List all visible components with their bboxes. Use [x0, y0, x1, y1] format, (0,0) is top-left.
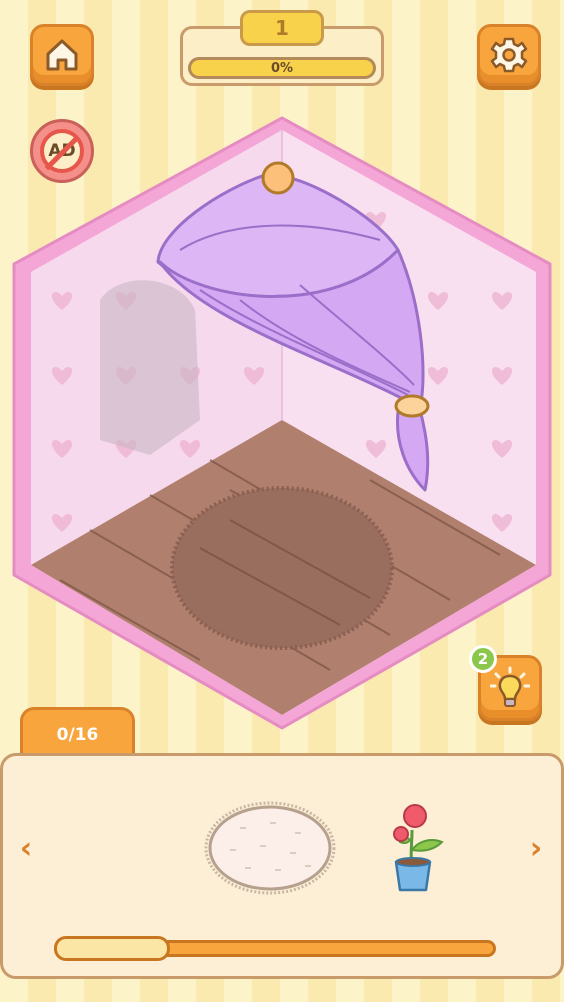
room-scene: [12, 116, 552, 730]
chevron-right-icon: ›: [529, 830, 543, 866]
tray-item-potted-rose[interactable]: [384, 800, 448, 896]
lightbulb-icon: [490, 666, 530, 707]
tray-scroll-thumb[interactable]: [54, 936, 170, 961]
items-counter: 0/16: [56, 724, 99, 745]
hint-count-badge: 2: [469, 645, 497, 673]
furniture-silhouette: [100, 280, 200, 455]
next-items-button[interactable]: ›: [524, 830, 548, 866]
prev-items-button[interactable]: ‹: [14, 830, 38, 866]
chevron-left-icon: ‹: [19, 830, 33, 866]
items-counter-tab: 0/16: [20, 707, 135, 759]
rug-silhouette: [170, 486, 394, 650]
tray-item-round-rug[interactable]: [200, 798, 340, 898]
